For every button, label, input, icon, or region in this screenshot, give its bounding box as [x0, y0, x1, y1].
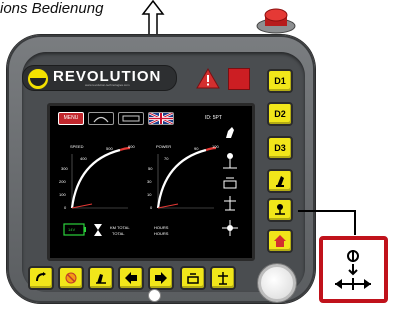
- power-tick-4: 70: [164, 156, 169, 161]
- bottom-button-2[interactable]: [58, 266, 84, 290]
- home-icon: [274, 235, 286, 247]
- seat-adjust-icon: [96, 274, 106, 284]
- crosshair-icon: [222, 220, 238, 236]
- power-tick-3: 50: [148, 166, 153, 171]
- bottom-button-6[interactable]: [180, 266, 206, 290]
- tray-icon: [223, 177, 237, 189]
- power-tick-2: 30: [147, 179, 152, 184]
- brand-logo-icon: [27, 68, 49, 90]
- seat-button[interactable]: [267, 169, 293, 193]
- callout-line: [298, 210, 355, 212]
- power-tick-6: 100: [212, 144, 219, 149]
- rotary-knob[interactable]: [258, 264, 296, 302]
- no-signal-icon: [65, 272, 77, 284]
- power-tick-1: 10: [147, 192, 152, 197]
- power-label: POWER: [156, 144, 172, 149]
- battery-value: 14V: [68, 227, 76, 232]
- bottom-button-7[interactable]: [210, 266, 236, 290]
- emergency-stop-button[interactable]: [255, 6, 297, 34]
- callout-line-vertical: [354, 210, 356, 235]
- speed-tick-0: 0: [64, 205, 67, 210]
- steering-mode-button[interactable]: [267, 198, 293, 222]
- total-label: TOTAL: [112, 231, 125, 236]
- seat-icon: [276, 176, 284, 187]
- tray-icon: [187, 273, 199, 284]
- speed-tick-3: 300: [61, 166, 68, 171]
- speed-tick-2: 200: [59, 179, 66, 184]
- d2-button[interactable]: D2: [267, 102, 293, 126]
- arrow-right-button[interactable]: [148, 266, 174, 290]
- hours-label-2: HOURS: [154, 231, 169, 236]
- brand-subtext: www.revolution-technologies.com: [85, 83, 130, 87]
- zoomed-button-callout: [319, 236, 388, 303]
- speed-tick-4: 400: [80, 156, 87, 161]
- hourglass-icon: [94, 224, 102, 236]
- speed-tick-6: 600: [128, 144, 135, 149]
- warning-triangle-icon: [196, 68, 220, 89]
- steering-mode-icon: [223, 153, 237, 169]
- crane-icon: [218, 272, 228, 285]
- hours-label: HOURS: [154, 225, 169, 230]
- arrow-left-button[interactable]: [118, 266, 144, 290]
- bottom-button-1[interactable]: [28, 266, 54, 290]
- bottom-button-3[interactable]: [88, 266, 114, 290]
- steering-mode-icon: [275, 204, 285, 215]
- power-tick-5: 90: [194, 146, 199, 151]
- speed-tick-1: 100: [59, 192, 66, 197]
- arrow-left-icon: [125, 272, 137, 284]
- bottom-indicator-dot: [148, 289, 161, 302]
- power-tick-0: 0: [150, 205, 153, 210]
- caption-text: ions Bedienung: [0, 0, 104, 17]
- speed-label: SPEED: [70, 144, 84, 149]
- km-total-label: KM TOTAL: [110, 225, 130, 230]
- seat-rotate-icon: [36, 272, 46, 282]
- speed-tick-5: 500: [106, 146, 113, 151]
- home-button[interactable]: [267, 229, 293, 253]
- brand-plate: REVOLUTION www.revolution-technologies.c…: [22, 65, 177, 91]
- red-indicator-lamp: [228, 68, 250, 90]
- crane-icon: [224, 196, 236, 211]
- d3-button[interactable]: D3: [267, 136, 293, 160]
- seat-icon: [226, 127, 234, 138]
- display-screen: MENU ID: 5PT SPEED POWER 0 100 200 300 4…: [47, 103, 255, 261]
- d1-button[interactable]: D1: [267, 69, 293, 93]
- arrow-right-icon: [155, 272, 167, 284]
- steering-move-icon: [335, 250, 371, 290]
